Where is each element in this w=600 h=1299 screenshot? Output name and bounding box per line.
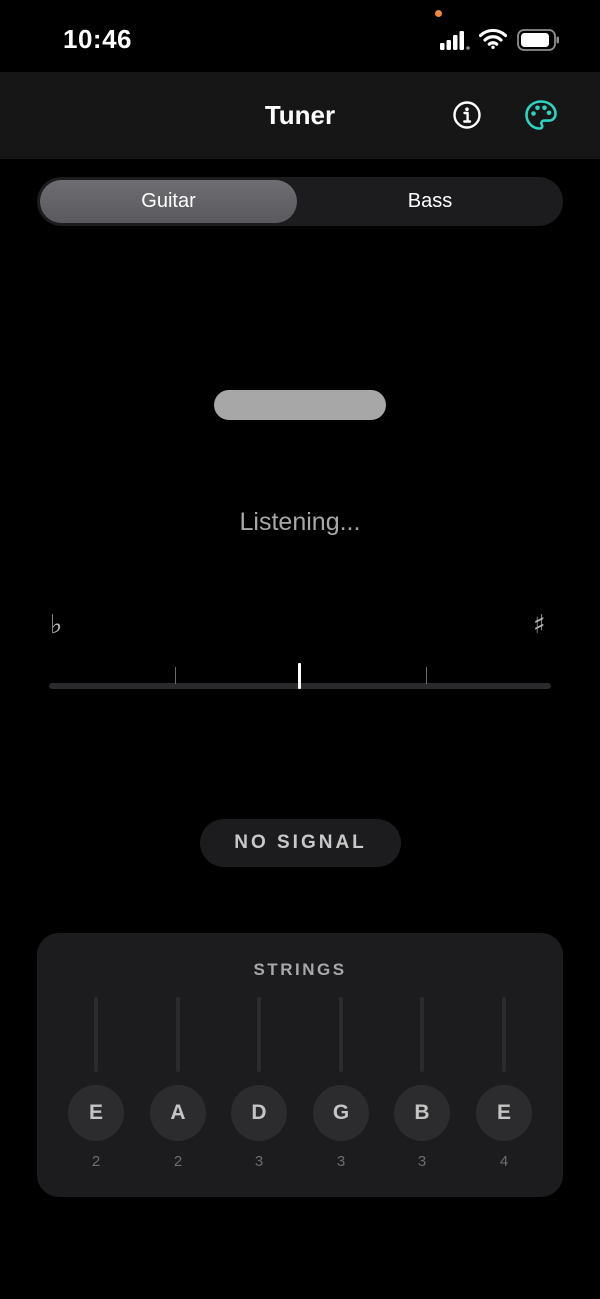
navigation-bar: Tuner <box>0 72 600 159</box>
string-octave: 2 <box>91 1153 101 1170</box>
string-column: G 3 <box>313 933 369 1197</box>
listening-status: Listening... <box>239 508 361 536</box>
meter-tick-left <box>175 667 176 684</box>
status-time: 10:46 <box>63 24 132 54</box>
string-column: D 3 <box>231 933 287 1197</box>
instrument-segmented-control: Guitar Bass <box>37 177 563 226</box>
string-button-e2[interactable]: E <box>68 1085 124 1141</box>
flat-symbol: ♭ <box>50 610 63 640</box>
status-bar: 10:46 <box>0 0 600 72</box>
note-placeholder-pill <box>214 390 386 420</box>
string-line <box>257 997 261 1072</box>
meter-tick-right <box>426 667 427 684</box>
string-button-d3[interactable]: D <box>231 1085 287 1141</box>
string-line <box>94 997 98 1072</box>
string-octave: 3 <box>254 1153 264 1170</box>
string-column: E 4 <box>476 933 532 1197</box>
info-icon[interactable] <box>452 100 482 130</box>
wifi-icon <box>479 28 507 49</box>
recording-indicator-dot <box>435 10 442 17</box>
string-octave: 2 <box>173 1153 183 1170</box>
string-column: B 3 <box>394 933 450 1197</box>
palette-icon[interactable] <box>524 99 558 131</box>
string-button-g3[interactable]: G <box>313 1085 369 1141</box>
string-column: A 2 <box>150 933 206 1197</box>
string-column: E 2 <box>68 933 124 1197</box>
string-octave: 3 <box>336 1153 346 1170</box>
battery-icon <box>517 29 559 51</box>
string-octave: 4 <box>499 1153 509 1170</box>
string-button-b3[interactable]: B <box>394 1085 450 1141</box>
string-octave: 3 <box>417 1153 427 1170</box>
sharp-symbol: ♯ <box>533 610 546 640</box>
strings-panel: STRINGS E 2 A 2 D 3 G 3 B 3 E 4 <box>37 933 563 1197</box>
segment-guitar[interactable]: Guitar <box>40 180 297 223</box>
string-line <box>176 997 180 1072</box>
string-line <box>502 997 506 1072</box>
string-button-e4[interactable]: E <box>476 1085 532 1141</box>
meter-center-needle <box>298 663 301 689</box>
string-line <box>420 997 424 1072</box>
string-line <box>339 997 343 1072</box>
signal-status-badge: NO SIGNAL <box>200 819 401 867</box>
cellular-signal-icon <box>440 31 470 50</box>
segment-bass[interactable]: Bass <box>300 180 560 223</box>
string-button-a2[interactable]: A <box>150 1085 206 1141</box>
page-title: Tuner <box>264 100 336 130</box>
